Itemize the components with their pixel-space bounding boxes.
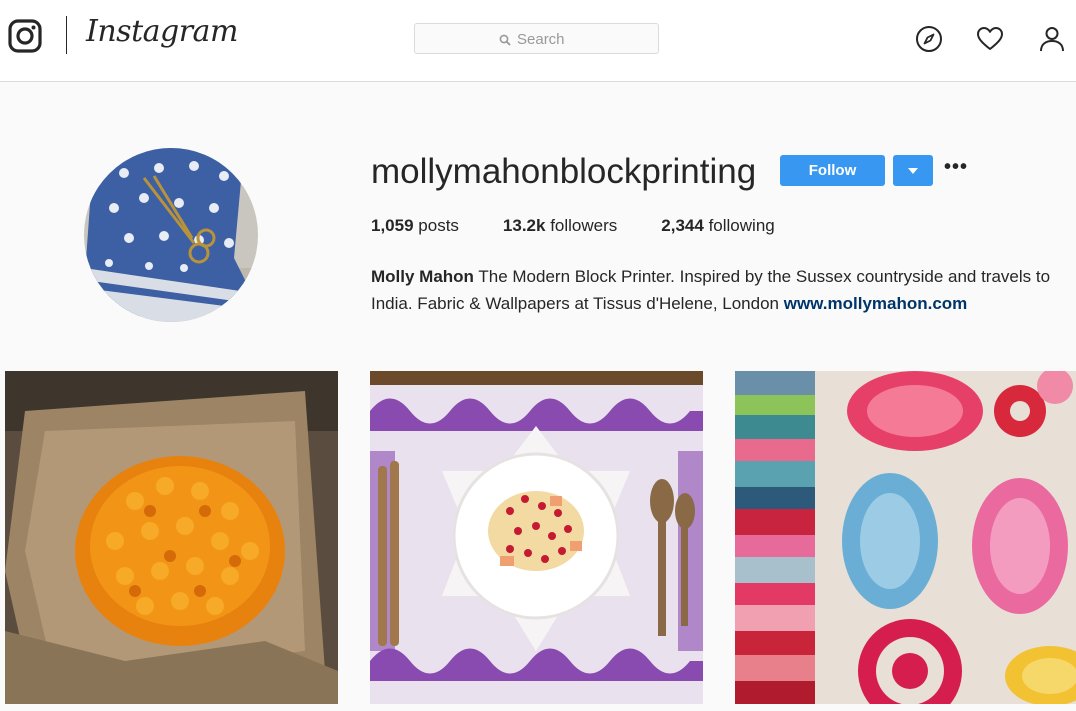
profile-bio: Molly Mahon The Modern Block Printer. In…: [371, 263, 1076, 317]
posts-count-label: posts: [418, 216, 459, 235]
profile-username: mollymahonblockprinting: [371, 152, 757, 191]
profile-avatar[interactable]: [84, 148, 258, 322]
search-icon: [499, 34, 511, 46]
followers-count-value: 13.2k: [502, 216, 546, 235]
suggestions-dropdown-button[interactable]: [893, 155, 933, 186]
profile-stats: 1,059 posts 13.2k followers 2,344 follow…: [371, 216, 819, 236]
heart-icon[interactable]: [976, 25, 1004, 53]
top-navigation-bar: Instagram Search: [0, 0, 1076, 82]
posts-count: 1,059 posts: [371, 216, 459, 236]
following-count-label: following: [708, 216, 775, 235]
post-thumbnail-marigolds[interactable]: [5, 371, 338, 704]
posts-count-value: 1,059: [371, 216, 414, 235]
bio-full-name: Molly Mahon: [371, 267, 474, 286]
user-icon[interactable]: [1038, 25, 1066, 53]
following-count-value: 2,344: [661, 216, 704, 235]
caret-down-icon: [908, 167, 918, 174]
search-input[interactable]: Search: [414, 23, 659, 54]
instagram-wordmark[interactable]: Instagram: [86, 14, 238, 49]
more-options-button[interactable]: •••: [944, 157, 967, 182]
search-placeholder: Search: [517, 31, 565, 48]
post-thumbnail-fabric-prints[interactable]: [735, 371, 1076, 704]
logo-divider: [66, 16, 67, 54]
followers-count-label: followers: [550, 216, 618, 235]
bio-website-link[interactable]: www.mollymahon.com: [784, 294, 968, 313]
following-count[interactable]: 2,344 following: [661, 216, 774, 236]
followers-count[interactable]: 13.2k followers: [503, 216, 617, 236]
instagram-logo-icon[interactable]: [8, 19, 42, 53]
post-thumbnail-fruit-bowl[interactable]: [370, 371, 703, 704]
follow-button[interactable]: Follow: [780, 155, 885, 186]
compass-icon[interactable]: [915, 25, 943, 53]
